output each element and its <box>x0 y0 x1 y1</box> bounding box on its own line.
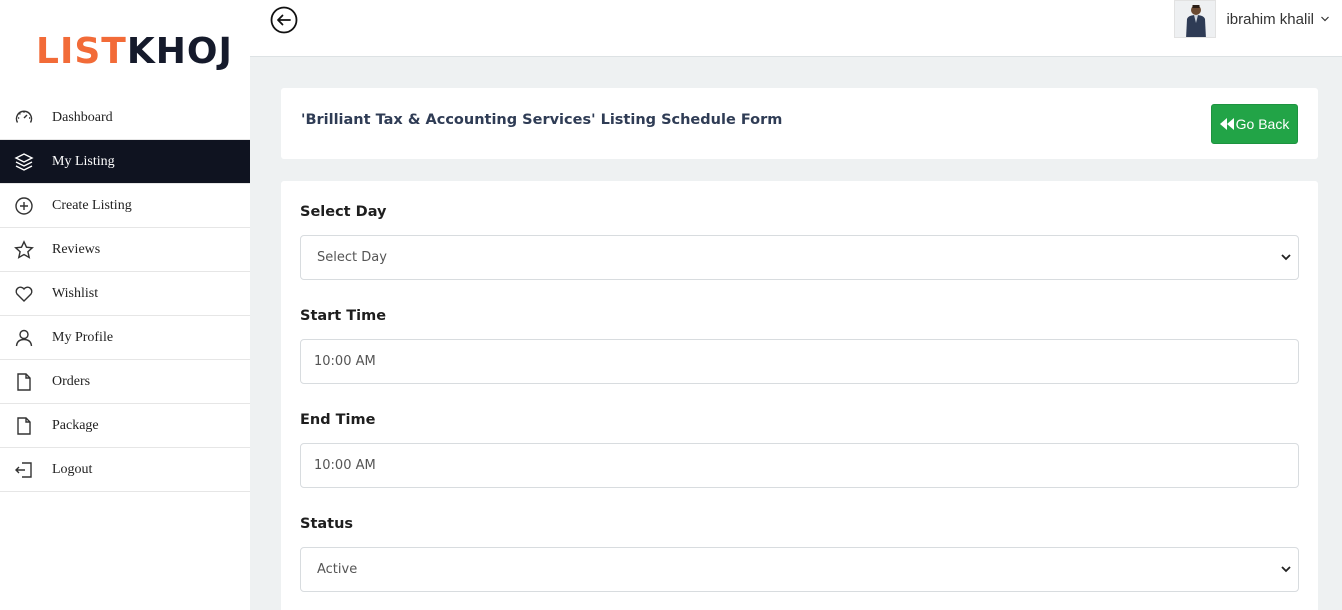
file-icon <box>0 416 52 436</box>
sidebar-item-label: Dashboard <box>52 109 113 125</box>
user-icon <box>0 328 52 348</box>
user-name: ibrahim khalil <box>1226 10 1314 28</box>
start-time-value: 10:00 AM <box>314 354 376 369</box>
sidebar-item-label: Logout <box>52 461 93 477</box>
user-menu[interactable]: ibrahim khalil <box>1174 0 1330 38</box>
sidebar-item-logout[interactable]: Logout <box>0 448 250 492</box>
backward-icon <box>1219 118 1234 130</box>
sidebar-item-label: My Listing <box>52 153 115 169</box>
sidebar-item-wishlist[interactable]: Wishlist <box>0 272 250 316</box>
status-value: Active <box>317 562 358 577</box>
start-time-label: Start Time <box>300 308 387 324</box>
go-back-button[interactable]: Go Back <box>1211 104 1298 144</box>
select-day-label: Select Day <box>300 204 387 220</box>
sidebar-item-label: Reviews <box>52 241 101 257</box>
sidebar: LISTKHOJ Dashboard My Listing Create Lis… <box>0 0 250 610</box>
form-header-card: 'Brilliant Tax & Accounting Services' Li… <box>281 88 1318 159</box>
chevron-down-icon <box>1281 254 1291 261</box>
sidebar-item-orders[interactable]: Orders <box>0 360 250 404</box>
sidebar-item-label: Wishlist <box>52 285 99 301</box>
sidebar-item-package[interactable]: Package <box>0 404 250 448</box>
page-title: 'Brilliant Tax & Accounting Services' Li… <box>301 112 783 128</box>
start-time-input[interactable]: 10:00 AM <box>300 339 1299 384</box>
file-icon <box>0 372 52 392</box>
top-bar: ibrahim khalil <box>250 0 1342 57</box>
status-label: Status <box>300 516 354 532</box>
sidebar-item-my-profile[interactable]: My Profile <box>0 316 250 360</box>
heart-icon <box>0 284 52 304</box>
logout-icon <box>0 460 52 480</box>
select-day-dropdown[interactable]: Select Day <box>300 235 1299 280</box>
end-time-input[interactable]: 10:00 AM <box>300 443 1299 488</box>
sidebar-nav: Dashboard My Listing Create Listing Revi… <box>0 96 250 492</box>
sidebar-item-label: Create Listing <box>52 197 132 213</box>
layers-icon <box>0 152 52 172</box>
brand-logo[interactable]: LISTKHOJ <box>36 30 233 74</box>
end-time-label: End Time <box>300 412 376 428</box>
chevron-down-icon <box>1281 566 1291 573</box>
sidebar-item-create-listing[interactable]: Create Listing <box>0 184 250 228</box>
sidebar-item-reviews[interactable]: Reviews <box>0 228 250 272</box>
schedule-form: Select Day Select Day Start Time 10:00 A… <box>281 181 1318 610</box>
sidebar-item-label: My Profile <box>52 329 114 345</box>
sidebar-item-dashboard[interactable]: Dashboard <box>0 96 250 140</box>
go-back-label: Go Back <box>1235 116 1290 132</box>
sidebar-item-label: Package <box>52 417 99 433</box>
select-day-value: Select Day <box>317 250 387 265</box>
chevron-down-icon <box>1321 16 1329 22</box>
status-dropdown[interactable]: Active <box>300 547 1299 592</box>
avatar[interactable] <box>1174 0 1217 38</box>
sidebar-item-label: Orders <box>52 373 91 389</box>
sidebar-item-my-listing[interactable]: My Listing <box>0 140 250 184</box>
end-time-value: 10:00 AM <box>314 458 376 473</box>
plus-circle-icon <box>0 196 52 216</box>
star-icon <box>0 239 52 260</box>
arrow-left-circle-icon[interactable] <box>270 6 298 34</box>
dashboard-gauge-icon <box>0 108 52 128</box>
